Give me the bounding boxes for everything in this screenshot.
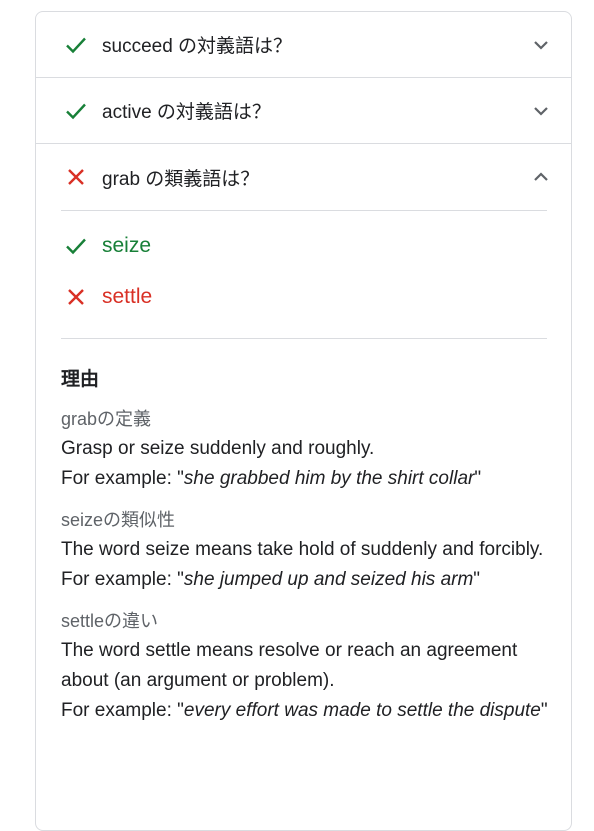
question-row-3[interactable]: grab の類義語は？ (36, 144, 571, 210)
chevron-up-icon[interactable] (531, 167, 551, 187)
check-icon (66, 103, 86, 119)
question-row-1[interactable]: succeed の対義語は？ (36, 12, 571, 78)
similarity-text: The word seize means take hold of sudden… (61, 539, 544, 560)
check-icon (66, 238, 86, 255)
question-text: active の対義語は？ (102, 102, 271, 123)
wrong-option-text: settle (102, 285, 153, 308)
divider (61, 210, 547, 211)
chevron-down-icon[interactable] (531, 35, 551, 55)
similarity-label: seizeの類似性 (61, 510, 176, 530)
definition-label: grabの定義 (61, 409, 152, 429)
correct-option-text: seize (102, 234, 152, 257)
difference-label: settleの違い (61, 611, 159, 631)
reason-title: 理由 (61, 369, 100, 390)
quiz-results-card: succeed の対義語は？ active の対義語は？ grab の類義語は？… (35, 11, 572, 831)
check-icon (66, 37, 86, 53)
similarity-example: For example: "she jumped up and seized h… (61, 569, 481, 590)
difference-example: For example: "every effort was made to s… (61, 700, 548, 721)
correct-option: seize (64, 234, 151, 258)
divider (61, 338, 547, 339)
definition-text: Grasp or seize suddenly and roughly. (61, 438, 375, 459)
difference-text: The word settle means resolve or reach a… (61, 640, 518, 691)
cross-icon (68, 289, 84, 305)
selected-wrong-option: settle (64, 285, 152, 309)
question-row-2[interactable]: active の対義語は？ (36, 78, 571, 144)
question-text: succeed の対義語は？ (102, 36, 293, 57)
definition-block: grabの定義 Grasp or seize suddenly and roug… (61, 405, 551, 494)
reason-section: 理由 grabの定義 Grasp or seize suddenly and r… (61, 364, 551, 738)
definition-example: For example: "she grabbed him by the shi… (61, 468, 482, 489)
question-text: grab の類義語は？ (102, 168, 260, 190)
chevron-down-icon[interactable] (531, 101, 551, 121)
similarity-block: seizeの類似性 The word seize means take hold… (61, 506, 551, 595)
cross-icon (68, 169, 84, 185)
difference-block: settleの違い The word settle means resolve … (61, 607, 551, 726)
